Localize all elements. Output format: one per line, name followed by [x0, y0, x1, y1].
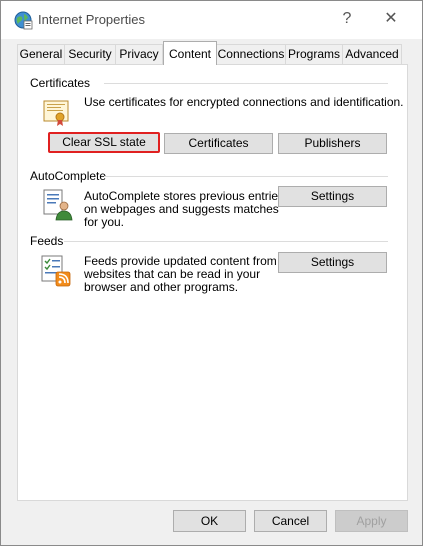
feeds-separator	[64, 241, 388, 242]
tab-advanced[interactable]: Advanced	[342, 44, 402, 64]
certificate-icon	[43, 100, 69, 126]
tab-content[interactable]: Content	[163, 41, 217, 65]
tab-security[interactable]: Security	[64, 44, 116, 64]
apply-button[interactable]: Apply	[335, 510, 408, 532]
help-button[interactable]: ?	[335, 7, 359, 31]
feeds-icon	[41, 255, 71, 287]
autocomplete-description-line-3: for you.	[84, 215, 125, 229]
feeds-group-label: Feeds	[30, 234, 64, 248]
title-bar: Internet Properties ? ✕	[1, 1, 422, 39]
autocomplete-settings-button[interactable]: Settings	[278, 186, 387, 207]
certificates-button[interactable]: Certificates	[164, 133, 273, 154]
tab-connections[interactable]: Connections	[216, 44, 286, 64]
tab-general[interactable]: General	[17, 44, 65, 64]
content-tab-panel: Certificates Use certificates for encryp…	[17, 64, 408, 501]
internet-globe-icon	[14, 11, 33, 30]
feeds-settings-button[interactable]: Settings	[278, 252, 387, 273]
window-title: Internet Properties	[38, 12, 145, 27]
certificates-group-label: Certificates	[30, 76, 91, 90]
publishers-button[interactable]: Publishers	[278, 133, 387, 154]
certificates-separator	[104, 83, 388, 84]
autocomplete-group-label: AutoComplete	[30, 169, 107, 183]
internet-properties-dialog: Internet Properties ? ✕ General Security…	[0, 0, 423, 546]
cancel-button[interactable]: Cancel	[254, 510, 327, 532]
autocomplete-separator	[104, 176, 388, 177]
tab-programs[interactable]: Programs	[285, 44, 343, 64]
autocomplete-icon	[43, 189, 73, 221]
close-button[interactable]: ✕	[379, 7, 403, 31]
certificates-description: Use certificates for encrypted connectio…	[84, 95, 404, 109]
ok-button[interactable]: OK	[173, 510, 246, 532]
feeds-description-line-3: browser and other programs.	[84, 280, 239, 294]
tab-privacy[interactable]: Privacy	[115, 44, 163, 64]
clear-ssl-state-button[interactable]: Clear SSL state	[48, 132, 160, 153]
